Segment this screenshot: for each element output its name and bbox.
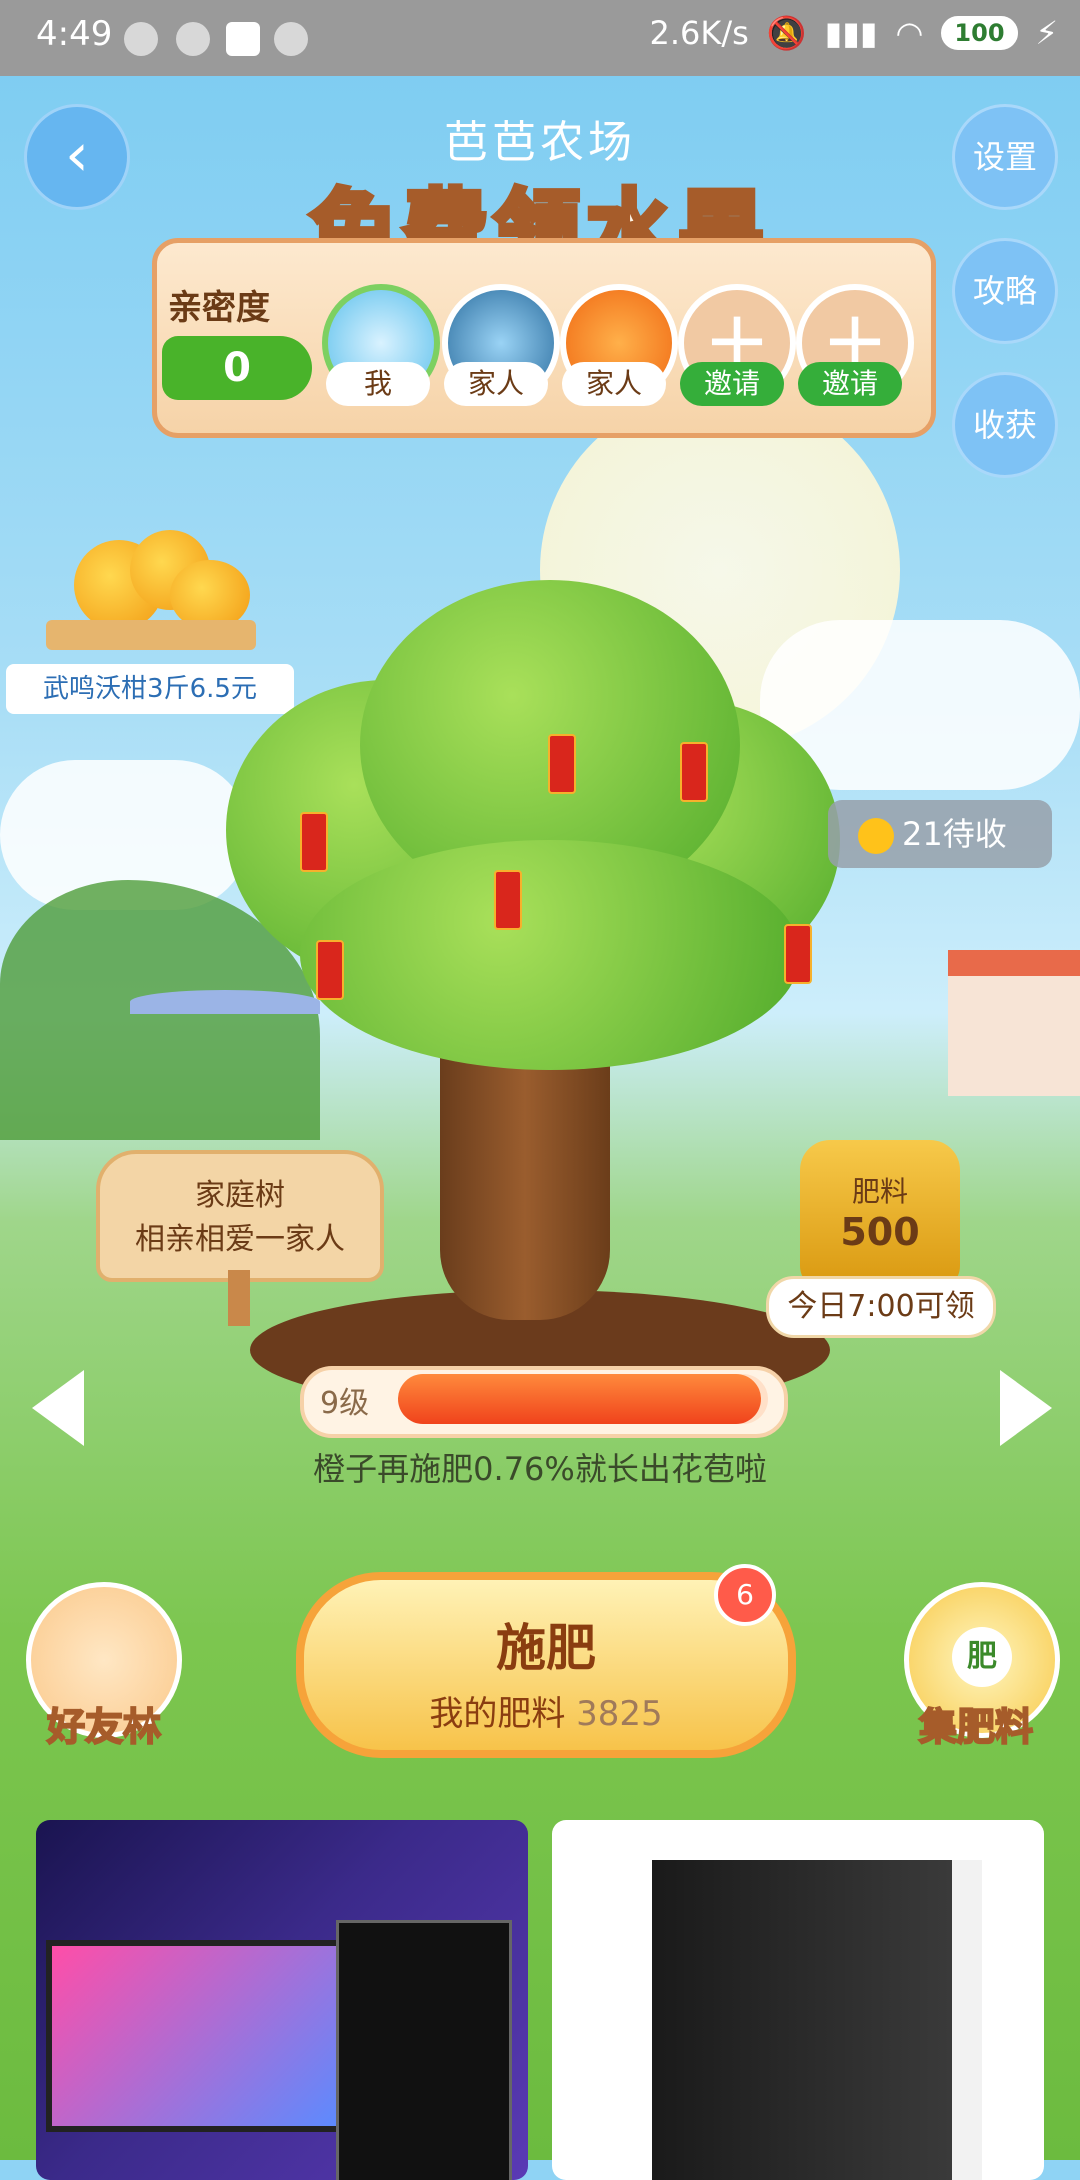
wifi-icon: ◠ — [895, 14, 924, 52]
pending-collect-bubble[interactable]: 21待收 — [828, 800, 1052, 868]
monitor-image — [46, 1940, 348, 2132]
family-tree-sign[interactable]: 家庭树 相亲相爱一家人 — [96, 1150, 384, 1282]
umbrella-decoration — [130, 990, 320, 1014]
intimacy-label: 亲密度 — [168, 288, 270, 328]
tree-foliage[interactable] — [300, 840, 800, 1070]
guide-button[interactable]: 攻略 — [952, 238, 1058, 344]
red-envelope-icon[interactable] — [494, 870, 522, 930]
invite-button[interactable]: 邀请 — [680, 362, 784, 406]
charging-icon: ⚡ — [1035, 14, 1058, 52]
wechat-icon — [124, 22, 158, 56]
level-progress-fill — [398, 1374, 761, 1424]
arrow-left-icon[interactable] — [32, 1370, 84, 1446]
signal-icon: ▮▮▮ — [824, 14, 878, 52]
sign-title: 家庭树 — [195, 1178, 285, 1213]
notification-dot-icon — [176, 22, 210, 56]
sign-post — [228, 1270, 250, 1326]
arrow-right-icon[interactable] — [1000, 1370, 1052, 1446]
fertilize-sub-label: 我的肥料 — [429, 1694, 566, 1734]
house-decoration — [948, 950, 1080, 1096]
member-label-family: 家人 — [444, 362, 548, 406]
product-card-gaming-pc[interactable] — [36, 1820, 528, 2180]
pc-case-image — [652, 1860, 982, 2180]
notification-dot-icon — [274, 22, 308, 56]
fertilizer-icon: 肥 — [952, 1627, 1012, 1687]
fertilize-badge: 6 — [714, 1564, 776, 1626]
invite-button[interactable]: 邀请 — [798, 362, 902, 406]
level-label: 9级 — [320, 1386, 370, 1421]
sun-icon — [858, 818, 894, 854]
friends-forest-label: 好友林 — [46, 1704, 162, 1750]
bag-amount: 500 — [840, 1210, 920, 1254]
collect-fertilizer-label: 集肥料 — [918, 1704, 1034, 1750]
fertilize-amount: 3825 — [576, 1694, 663, 1734]
status-bar: 4:49 2.6K/s 🔕 ▮▮▮ ◠ 100 ⚡ — [0, 0, 1080, 76]
red-envelope-icon[interactable] — [548, 734, 576, 794]
mute-icon: 🔕 — [766, 14, 807, 52]
product-card-pc-case[interactable] — [552, 1820, 1044, 2180]
pending-label: 21待收 — [902, 815, 1007, 853]
app-icon — [226, 22, 260, 56]
member-label-family: 家人 — [562, 362, 666, 406]
status-time: 4:49 — [36, 14, 113, 54]
bag-claim-time: 今日7:00可领 — [766, 1276, 996, 1338]
fertilizer-bag[interactable]: 肥料 500 — [800, 1140, 960, 1290]
red-envelope-icon[interactable] — [316, 940, 344, 1000]
fertilize-title: 施肥 — [496, 1619, 596, 1677]
settings-button[interactable]: 设置 — [952, 104, 1058, 210]
growth-message: 橙子再施肥0.76%就长出花苞啦 — [313, 1450, 767, 1488]
red-envelope-icon[interactable] — [784, 924, 812, 984]
promo-label[interactable]: 武鸣沃柑3斤6.5元 — [6, 664, 294, 714]
intimacy-value: 0 — [162, 336, 312, 400]
red-envelope-icon[interactable] — [300, 812, 328, 872]
battery-indicator: 100 — [941, 16, 1018, 50]
network-speed: 2.6K/s — [649, 14, 749, 52]
harvest-button[interactable]: 收获 — [952, 372, 1058, 478]
bag-name: 肥料 — [851, 1175, 908, 1208]
fruit-shelf — [46, 620, 256, 650]
red-envelope-icon[interactable] — [680, 742, 708, 802]
sign-subtitle: 相亲相爱一家人 — [135, 1222, 345, 1257]
pc-case-image — [336, 1920, 512, 2180]
member-label-me: 我 — [326, 362, 430, 406]
